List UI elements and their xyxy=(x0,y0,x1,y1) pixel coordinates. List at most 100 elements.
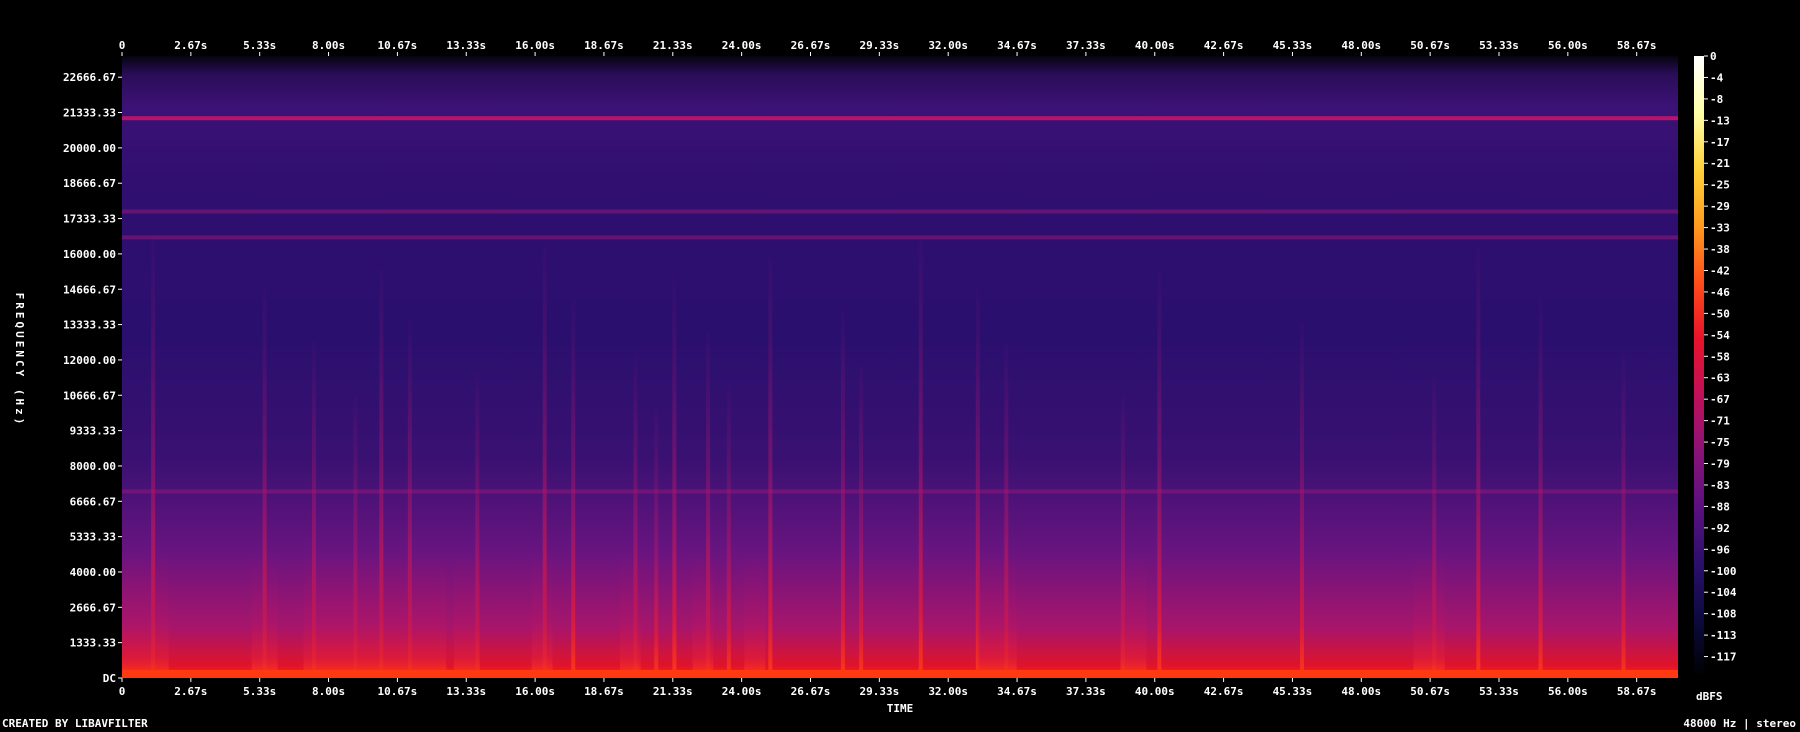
colorbar-tick-label: -79 xyxy=(1710,458,1730,471)
x-axis-label: TIME xyxy=(887,702,914,715)
x-tick-label: 58.67s xyxy=(1617,39,1657,52)
loud-region xyxy=(692,558,714,676)
x-tick-label: 13.33s xyxy=(446,39,486,52)
x-tick-label: 48.00s xyxy=(1341,685,1381,698)
colorbar-tick-label: -108 xyxy=(1710,608,1737,621)
y-tick-label: 1333.33 xyxy=(70,637,116,650)
colorbar-tick-label: -33 xyxy=(1710,222,1730,235)
colorbar-tick-label: -83 xyxy=(1710,479,1730,492)
loud-region xyxy=(977,558,1017,676)
colorbar-tick-label: -29 xyxy=(1710,200,1730,213)
y-tick-label: 22666.67 xyxy=(63,71,116,84)
y-tick-label: 4000.00 xyxy=(70,566,116,579)
x-tick-label: 2.67s xyxy=(174,685,207,698)
y-tick-label: 18666.67 xyxy=(63,177,116,190)
frequency-band xyxy=(122,116,1678,121)
colorbar-tick-label: -75 xyxy=(1710,436,1730,449)
frequency-band xyxy=(122,209,1678,214)
colorbar-tick-label: -96 xyxy=(1710,543,1730,556)
x-tick-label: 37.33s xyxy=(1066,685,1106,698)
x-tick-label: 21.33s xyxy=(653,685,693,698)
burst-mark xyxy=(654,406,659,678)
colorbar-tick-label: -92 xyxy=(1710,522,1730,535)
burst-mark xyxy=(571,300,576,678)
x-ticks-top: 0 2.67s 5.33s 8.00s 10.67s 13.33s 16.00s 18.67s… xyxy=(119,39,1657,56)
y-tick-label: 21333.33 xyxy=(63,107,116,120)
colorbar-ticks: 0 -4 -8 -13 -17 -21 -25 -29 -33 -38 -42 -46 -50 -54 -5… xyxy=(1704,50,1737,664)
x-tick-label: 16.00s xyxy=(515,39,555,52)
x-tick-label: 18.67s xyxy=(584,39,624,52)
colorbar-tick-label: -54 xyxy=(1710,329,1730,342)
x-tick-label: 24.00s xyxy=(722,39,762,52)
colorbar-tick-label: -113 xyxy=(1710,629,1737,642)
x-tick-label: 58.67s xyxy=(1617,685,1657,698)
loud-region xyxy=(251,558,278,676)
credit-text: CREATED BY LIBAVFILTER xyxy=(2,717,148,730)
colorbar-tick-label: -8 xyxy=(1710,93,1723,106)
colorbar-tick-label: -100 xyxy=(1710,565,1737,578)
x-tick-label: 16.00s xyxy=(515,685,555,698)
x-tick-label: 2.67s xyxy=(174,39,207,52)
colorbar-unit-label: dBFS xyxy=(1696,690,1723,703)
y-ticks: DC 1333.33 2666.67 4000.00 5333.33 6666.67 800… xyxy=(63,71,122,685)
burst-mark xyxy=(1157,269,1162,678)
loud-region xyxy=(1413,558,1445,676)
x-tick-label: 5.33s xyxy=(243,39,276,52)
y-tick-label: 10666.67 xyxy=(63,389,116,402)
x-tick-label: 32.00s xyxy=(928,685,968,698)
burst-mark xyxy=(918,237,923,678)
loud-region xyxy=(531,558,553,676)
y-tick-label: 9333.33 xyxy=(70,425,116,438)
burst-mark xyxy=(1299,322,1304,678)
x-tick-label: 29.33s xyxy=(859,685,899,698)
colorbar-tick-label: -13 xyxy=(1710,114,1730,127)
loud-region xyxy=(453,558,480,676)
x-tick-label: 45.33s xyxy=(1273,685,1313,698)
x-tick-label: 26.67s xyxy=(791,685,831,698)
y-tick-label: 6666.67 xyxy=(70,495,116,508)
loud-region xyxy=(1120,558,1147,676)
colorbar-tick-label: -42 xyxy=(1710,264,1730,277)
x-tick-label: 53.33s xyxy=(1479,685,1519,698)
x-tick-label: 34.67s xyxy=(997,685,1037,698)
x-tick-label: 10.67s xyxy=(378,39,418,52)
x-tick-label: 50.67s xyxy=(1410,685,1450,698)
y-tick-label: 20000.00 xyxy=(63,142,116,155)
x-tick-label: 40.00s xyxy=(1135,39,1175,52)
colorbar-tick-label: -117 xyxy=(1710,651,1737,664)
colorbar-tick-label: -50 xyxy=(1710,307,1730,320)
x-tick-label: 0 xyxy=(119,685,126,698)
x-tick-label: 48.00s xyxy=(1341,39,1381,52)
x-tick-label: 8.00s xyxy=(312,39,345,52)
x-tick-label: 8.00s xyxy=(312,685,345,698)
colorbar-tick-label: -63 xyxy=(1710,372,1730,385)
x-tick-label: 5.33s xyxy=(243,685,276,698)
colorbar-tick-label: -25 xyxy=(1710,179,1730,192)
x-tick-label: 42.67s xyxy=(1204,685,1244,698)
burst-mark xyxy=(768,258,773,678)
x-tick-label: 45.33s xyxy=(1273,39,1313,52)
colorbar-tick-label: -67 xyxy=(1710,393,1730,406)
loud-region xyxy=(744,558,766,676)
x-ticks-bottom: 0 2.67s 5.33s 8.00s 10.67s 13.33s 16.00s 18.67s… xyxy=(119,678,1657,698)
x-tick-label: 56.00s xyxy=(1548,685,1588,698)
x-tick-label: 53.33s xyxy=(1479,39,1519,52)
burst-mark xyxy=(1476,248,1481,678)
burst-mark xyxy=(1538,301,1543,678)
y-tick-label: DC xyxy=(103,672,116,685)
loud-region xyxy=(303,558,447,676)
x-tick-label: 10.67s xyxy=(378,685,418,698)
y-tick-label: 12000.00 xyxy=(63,354,116,367)
y-tick-label: 5333.33 xyxy=(70,531,116,544)
x-tick-label: 0 xyxy=(119,39,126,52)
x-tick-label: 21.33s xyxy=(653,39,693,52)
x-tick-label: 18.67s xyxy=(584,685,624,698)
y-tick-label: 14666.67 xyxy=(63,283,116,296)
burst-mark xyxy=(859,364,864,678)
y-tick-label: 17333.33 xyxy=(63,213,116,226)
audio-format-text: 48000 Hz | stereo xyxy=(1683,717,1796,730)
y-axis-label: FREQUENCY (Hz) xyxy=(13,293,26,428)
colorbar-tick-label: -46 xyxy=(1710,286,1730,299)
burst-mark xyxy=(840,311,845,678)
colorbar-tick-label: -38 xyxy=(1710,243,1730,256)
